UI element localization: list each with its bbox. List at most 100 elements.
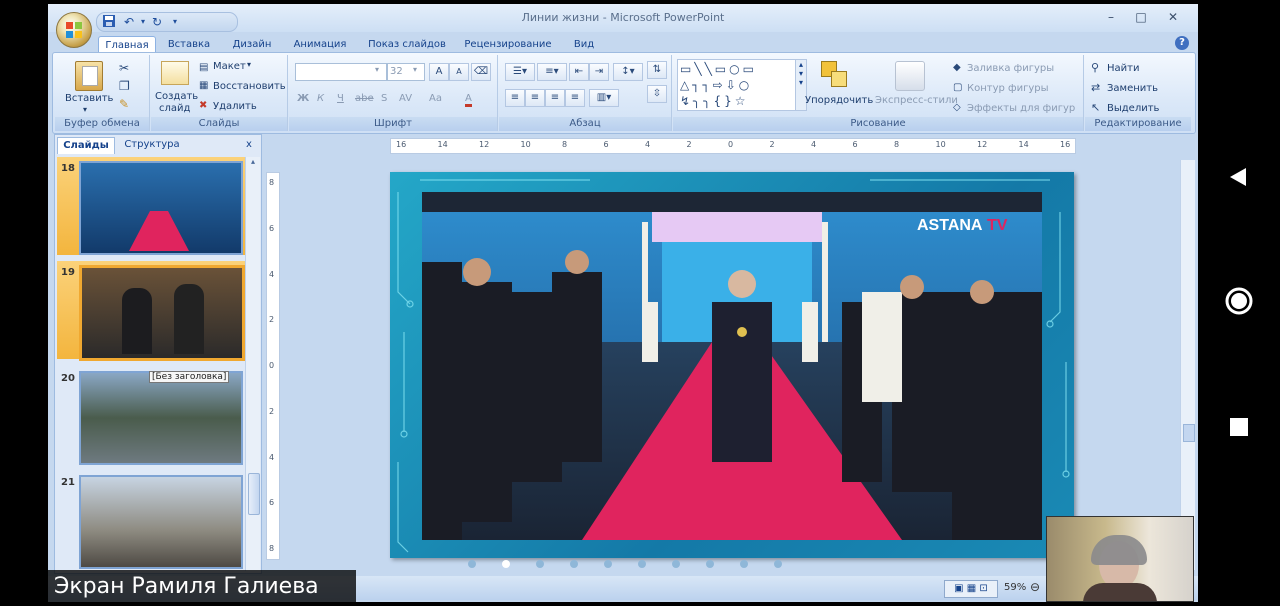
shrink-font-button[interactable]: A [449,63,469,81]
shadow-button[interactable]: S [381,93,387,104]
view-buttons[interactable]: ▣ ▦ ⊡ [944,580,998,598]
paste-icon[interactable] [75,61,103,91]
align-text-icon[interactable]: ⇳ [647,85,667,103]
justify-icon[interactable]: ≡ [565,89,585,107]
bullets-icon[interactable]: ☰▾ [505,63,535,81]
quick-styles-button[interactable]: Экспресс-стили [875,95,958,106]
paste-dropdown-icon[interactable]: ▾ [83,105,87,114]
char-spacing-button[interactable]: AV [399,93,412,104]
recents-icon[interactable] [1222,410,1256,444]
slides-group-label: Слайды [151,117,287,131]
save-icon[interactable] [101,14,117,30]
pager-dot[interactable] [672,560,680,568]
font-color-button[interactable]: A [465,93,472,107]
font-size-dropdown-icon[interactable]: ▾ [413,65,417,74]
format-painter-icon[interactable]: ✎ [119,97,129,111]
increase-indent-icon[interactable]: ⇥ [589,63,609,81]
paste-button[interactable]: Вставить [65,93,113,104]
editor-scrollbar[interactable] [1180,160,1195,570]
grow-font-button[interactable]: A [429,63,449,81]
home-icon[interactable] [1222,284,1256,318]
arrange-button[interactable]: Упорядочить [805,95,873,106]
align-center-icon[interactable]: ≡ [525,89,545,107]
quick-styles-icon[interactable] [895,61,925,91]
minimize-button[interactable]: – [1098,9,1124,25]
ruler-tick-label: 8 [269,178,275,187]
line-spacing-icon[interactable]: ↕▾ [613,63,643,81]
numbering-icon[interactable]: ≡▾ [537,63,567,81]
ruler-tick-label: 4 [269,452,275,462]
ruler-tick-label: 8 [562,140,568,149]
pager-dot[interactable] [774,560,782,568]
pager-dot[interactable] [604,560,612,568]
find-button[interactable]: Найти [1107,63,1139,74]
new-slide-icon[interactable] [161,61,189,85]
align-right-icon[interactable]: ≡ [545,89,565,107]
pager-dot[interactable] [638,560,646,568]
layout-button[interactable]: Макет [213,61,246,72]
shapes-row-2[interactable]: △┐┐⇨⇩○ [680,78,752,92]
zoom-out-button[interactable]: ⊖ [1030,580,1040,594]
clear-format-icon[interactable]: ⌫ [471,63,491,81]
replace-button[interactable]: Заменить [1107,83,1158,94]
font-name-field[interactable] [295,63,387,81]
decrease-indent-icon[interactable]: ⇤ [569,63,589,81]
font-group-label: Шрифт [289,117,497,131]
pager-dot[interactable] [740,560,748,568]
cut-icon[interactable]: ✂ [119,61,129,75]
shapes-gallery[interactable]: ▭╲╲▭○▭ △┐┐⇨⇩○ ↯╮╮{}☆ [677,59,797,111]
italic-button[interactable]: К [317,93,324,104]
new-slide-button-line2[interactable]: слайд [159,103,190,114]
layout-dropdown-icon[interactable]: ▾ [247,60,251,69]
panel-close-button[interactable]: x [241,137,257,153]
strikethrough-button[interactable]: abe [355,93,374,104]
slides-panel-scrollbar[interactable]: ▴ [245,157,260,571]
slide-thumbnail-21[interactable]: 21 [57,471,245,569]
ruler-tick-label: 2 [269,315,275,325]
customize-toolbar-icon[interactable]: ▾ [167,14,183,30]
align-left-icon[interactable]: ≡ [505,89,525,107]
new-slide-button[interactable]: Создать [155,91,198,102]
pager-dot[interactable] [570,560,578,568]
pager-dot[interactable] [468,560,476,568]
pager-dot[interactable] [502,560,510,568]
select-button[interactable]: Выделить [1107,103,1159,114]
slide-thumbnail-19[interactable]: 19 [57,261,245,361]
copy-icon[interactable]: ❐ [119,79,130,93]
font-name-dropdown-icon[interactable]: ▾ [375,65,379,74]
bold-button[interactable]: Ж [297,93,309,104]
tab-outline[interactable]: Структура [117,137,187,153]
shapes-row-1[interactable]: ▭╲╲▭○▭ [680,62,757,76]
scroll-up-icon[interactable]: ▴ [248,157,258,167]
maximize-button[interactable]: □ [1128,9,1154,25]
zoom-level[interactable]: 59% [1004,582,1026,593]
shapes-row-3[interactable]: ↯╮╮{}☆ [680,94,749,108]
slide-thumbnail-18[interactable]: 18 [57,157,245,255]
help-icon[interactable]: ? [1175,36,1189,50]
pager-dot[interactable] [706,560,714,568]
close-button[interactable]: ✕ [1160,9,1186,25]
ruler-tick-label: 4 [645,140,651,149]
reset-button[interactable]: Восстановить [213,81,286,92]
scroll-thumb[interactable] [248,473,260,515]
back-icon[interactable] [1222,160,1256,194]
pager-dot[interactable] [536,560,544,568]
delete-button[interactable]: Удалить [213,101,257,112]
tab-slides[interactable]: Слайды [57,137,115,154]
video-frame[interactable]: ASTANA TV [422,192,1042,540]
slide-thumbnail-20[interactable]: 20 [Без заголовка] [57,367,245,465]
slide-canvas[interactable]: ASTANA TV [390,172,1074,558]
editor-scroll-thumb[interactable] [1183,424,1195,442]
underline-button[interactable]: Ч [337,93,344,104]
redo-icon[interactable]: ↻ [149,14,165,30]
arrange-icon[interactable] [821,61,849,89]
drawing-group-label: Рисование [673,117,1083,131]
shape-outline-button[interactable]: Контур фигуры [967,83,1049,94]
shape-fill-button[interactable]: Заливка фигуры [967,63,1054,74]
text-direction-icon[interactable]: ⇅ [647,61,667,79]
font-size-field[interactable]: 32 [387,63,425,81]
powerpoint-window: Линии жизни - Microsoft PowerPoint – □ ✕… [48,4,1198,602]
shape-effects-button[interactable]: Эффекты для фигур [967,103,1075,114]
columns-icon[interactable]: ▥▾ [589,89,619,107]
change-case-button[interactable]: Aa [429,93,442,104]
